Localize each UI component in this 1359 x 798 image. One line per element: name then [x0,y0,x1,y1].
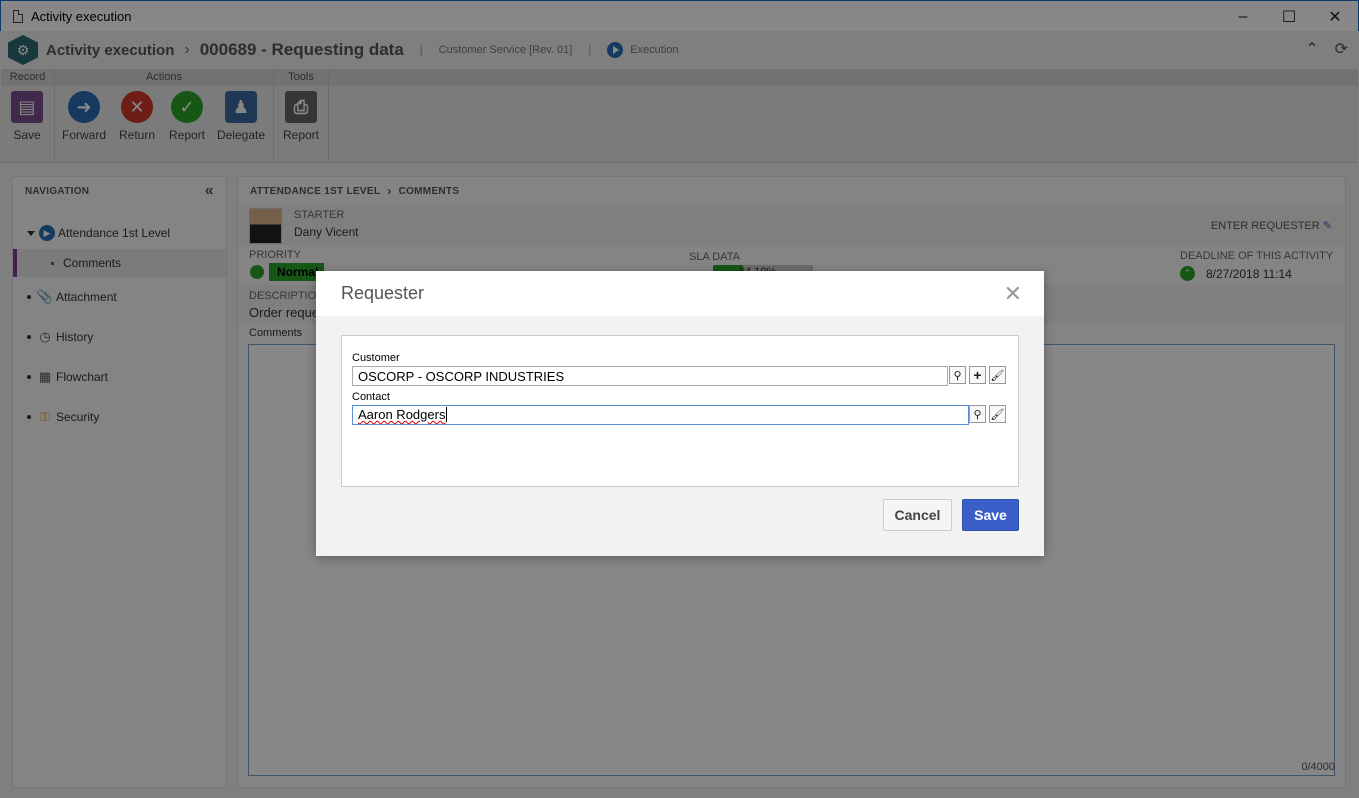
close-icon[interactable]: ✕ [1004,281,1022,307]
cancel-button[interactable]: Cancel [883,499,952,531]
customer-input[interactable] [352,366,948,386]
customer-label: Customer [352,352,400,364]
contact-input[interactable]: Aaron Rodgers [352,405,969,425]
search-icon[interactable]: ⚲ [969,405,986,423]
clear-brush-icon[interactable]: 🖌 [989,405,1006,423]
requester-dialog: Requester ✕ Customer ⚲ + 🖌 Contact Aaron… [316,271,1044,556]
search-icon[interactable]: ⚲ [949,366,966,384]
add-icon[interactable]: + [969,366,986,384]
dialog-title: Requester [341,283,425,303]
dialog-form: Customer ⚲ + 🖌 Contact Aaron Rodgers ⚲ 🖌 [341,335,1019,487]
text-cursor [446,407,448,422]
save-button[interactable]: Save [962,499,1019,531]
contact-label: Contact [352,391,390,403]
dialog-header: Requester ✕ [316,271,1044,316]
clear-brush-icon[interactable]: 🖌 [989,366,1006,384]
